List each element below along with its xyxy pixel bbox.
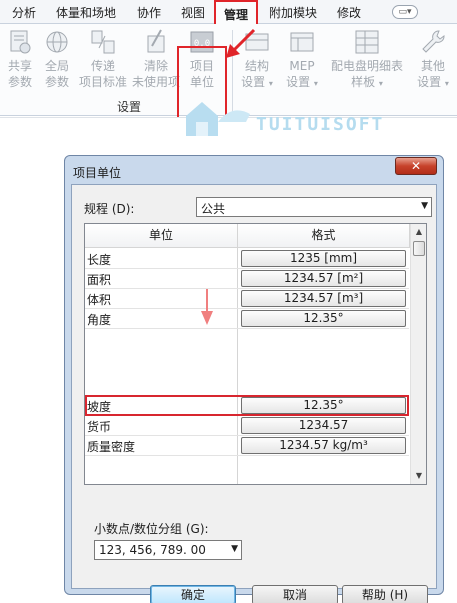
mep-settings-button[interactable]: MEP 设置 ▾ — [282, 28, 322, 92]
table-row[interactable]: 角度 12.35° — [85, 309, 409, 329]
table-scrollbar[interactable]: ▲ ▼ — [410, 224, 426, 484]
chevron-down-icon: ▼ — [231, 544, 238, 554]
annotation-arrow-icon — [226, 28, 256, 58]
chevron-down-icon: ▾ — [378, 79, 383, 88]
help-button[interactable]: 帮助 (H) — [342, 585, 428, 603]
chevron-down-icon: ▼ — [421, 201, 428, 211]
dialog-client-area: 规程 (D): 公共 ▼ 单位 格式 长度 1235 [mm] 面积 1234.… — [71, 184, 437, 603]
chevron-down-icon: ▾ — [268, 79, 273, 88]
format-button[interactable]: 12.35° — [241, 310, 406, 327]
decimal-grouping-label: 小数点/数位分组 (G): — [94, 522, 209, 536]
table-row[interactable]: 面积 1234.57 [m²] — [85, 269, 409, 289]
format-button[interactable]: 1234.57 [m³] — [241, 290, 406, 307]
tab-manage[interactable]: 管理 — [214, 0, 259, 25]
unit-name: 体积 — [87, 293, 112, 307]
ribbon-tab-bar: 分析 体量和场地 协作 视图 管理 附加模块 修改 ▭▾ — [0, 0, 457, 25]
tab-modify[interactable]: 修改 — [337, 4, 361, 21]
ok-button[interactable]: 确定 — [150, 585, 236, 603]
table-row[interactable]: 长度 1235 [mm] — [85, 249, 409, 269]
scroll-thumb[interactable] — [413, 241, 425, 256]
slope-row-highlight — [85, 395, 409, 416]
unit-name: 面积 — [87, 273, 112, 287]
transfer-standards-icon — [91, 30, 115, 54]
shared-parameters-button[interactable]: 共享 参数 — [5, 28, 35, 90]
format-button[interactable]: 1234.57 [m²] — [241, 270, 406, 287]
settings-group-label: 设置 — [117, 100, 142, 114]
scroll-up-icon[interactable]: ▲ — [411, 224, 427, 240]
annotation-down-arrow-icon — [201, 289, 213, 325]
unit-name: 货币 — [87, 420, 112, 434]
scroll-down-icon[interactable]: ▼ — [411, 468, 427, 484]
project-units-dialog: 项目单位 ✕ 规程 (D): 公共 ▼ 单位 格式 长度 1235 [mm] 面… — [64, 155, 444, 603]
wrench-icon — [422, 30, 445, 53]
table-row[interactable]: 体积 1234.57 [m³] — [85, 289, 409, 309]
other-settings-button[interactable]: 其他 设置 ▾ — [413, 28, 453, 92]
column-header-format[interactable]: 格式 — [238, 224, 410, 248]
panel-schedule-icon — [355, 30, 379, 54]
global-parameters-button[interactable]: 全局 参数 — [42, 28, 72, 90]
purge-unused-icon — [147, 29, 165, 53]
tab-add-ins[interactable]: 附加模块 — [269, 4, 317, 21]
column-header-unit[interactable]: 单位 — [85, 224, 238, 248]
unit-name: 长度 — [87, 253, 112, 267]
watermark-logo: TUITUISOFT — [180, 98, 410, 138]
format-button[interactable]: 1234.57 — [241, 417, 406, 434]
format-button[interactable]: 1234.57 kg/m³ — [241, 437, 406, 454]
transfer-project-standards-button[interactable]: 传递 项目标准 — [78, 28, 128, 90]
format-button[interactable]: 1235 [mm] — [241, 250, 406, 267]
ribbon-options-dropdown[interactable]: ▭▾ — [392, 5, 418, 19]
discipline-label: 规程 (D): — [84, 202, 135, 216]
panel-schedule-templates-button[interactable]: 配电盘明细表 样板 ▾ — [328, 28, 406, 92]
unit-name: 质量密度 — [87, 440, 136, 454]
chevron-down-icon: ▾ — [444, 79, 449, 88]
share-params-icon — [10, 30, 31, 54]
table-row[interactable]: 货币 1234.57 — [85, 416, 409, 436]
dialog-titlebar[interactable]: 项目单位 ✕ — [65, 156, 443, 184]
tab-view[interactable]: 视图 — [181, 4, 205, 21]
tab-massing-site[interactable]: 体量和场地 — [56, 4, 116, 21]
close-button[interactable]: ✕ — [395, 157, 437, 175]
dialog-title: 项目单位 — [73, 166, 122, 180]
mep-settings-icon — [290, 32, 314, 52]
global-params-icon — [46, 31, 68, 53]
table-row[interactable]: 质量密度 1234.57 kg/m³ — [85, 436, 409, 456]
tab-collaborate[interactable]: 协作 — [137, 4, 161, 21]
units-table: 单位 格式 长度 1235 [mm] 面积 1234.57 [m²] 体积 12… — [84, 223, 427, 485]
decimal-grouping-select[interactable]: 123, 456, 789. 00 ▼ — [94, 540, 242, 560]
cancel-button[interactable]: 取消 — [252, 585, 338, 603]
unit-name: 角度 — [87, 313, 112, 327]
chevron-down-icon: ▾ — [313, 79, 318, 88]
watermark-house-icon — [186, 102, 250, 136]
discipline-select[interactable]: 公共 ▼ — [196, 197, 432, 217]
purge-unused-button[interactable]: 清除 未使用项 — [132, 28, 180, 90]
tab-analyze[interactable]: 分析 — [12, 4, 36, 21]
